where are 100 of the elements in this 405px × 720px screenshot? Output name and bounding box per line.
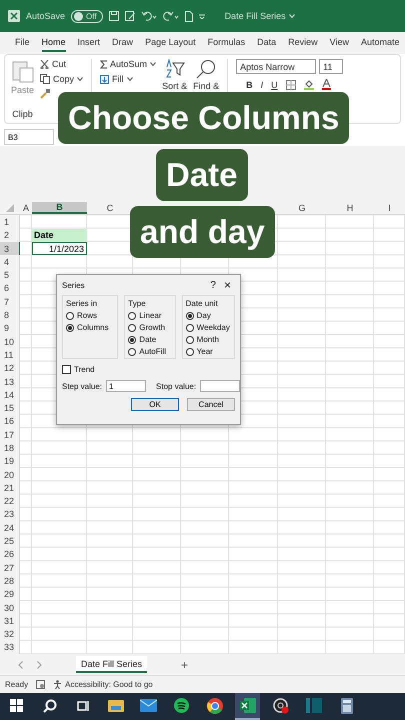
cancel-button[interactable]: Cancel (187, 398, 235, 411)
ribbon-tab[interactable]: Data (257, 34, 276, 52)
row-header[interactable]: 1 (0, 215, 20, 229)
row-header[interactable]: 22 (0, 494, 20, 508)
document-title[interactable]: Date Fill Series (224, 11, 295, 21)
new-file-icon[interactable] (184, 10, 193, 22)
row-header[interactable]: 20 (0, 468, 20, 482)
next-sheet-icon[interactable] (37, 660, 42, 668)
radio-option[interactable]: Columns (66, 323, 114, 332)
row-header[interactable]: 21 (0, 481, 20, 495)
row-header[interactable]: 2 (0, 228, 20, 242)
undo-icon[interactable] (140, 11, 157, 21)
accessibility-status[interactable]: Accessibility: Good to go (53, 680, 153, 689)
task-view-icon[interactable] (76, 700, 88, 712)
radio-option[interactable]: AutoFill (128, 347, 172, 356)
panel-app-icon[interactable] (306, 698, 322, 713)
radio-option[interactable]: Rows (66, 311, 114, 320)
ribbon-tab[interactable]: Page Layout (145, 34, 196, 52)
row-header[interactable]: 11 (0, 348, 20, 362)
autosave-toggle[interactable]: Off (71, 10, 103, 22)
row-header[interactable]: 23 (0, 508, 20, 522)
row-header[interactable]: 25 (0, 534, 20, 548)
row-header[interactable]: 8 (0, 308, 20, 322)
ribbon-tab[interactable]: Automate (361, 34, 400, 52)
customize-icon[interactable] (198, 14, 205, 18)
row-header[interactable]: 24 (0, 521, 20, 534)
sort-label[interactable]: Sort & (162, 81, 188, 91)
row-header[interactable]: 9 (0, 322, 20, 335)
font-size-field[interactable]: 11 (319, 59, 344, 74)
edit-icon[interactable] (124, 11, 135, 21)
row-header[interactable]: 32 (0, 628, 20, 641)
row-header[interactable]: 26 (0, 548, 20, 562)
row-header[interactable]: 27 (0, 561, 20, 574)
previous-sheet-icon[interactable] (18, 660, 23, 668)
row-header[interactable]: 4 (0, 255, 20, 268)
ribbon-tab[interactable]: Insert (78, 34, 100, 52)
spreadsheet-app-icon[interactable] (240, 698, 256, 713)
column-header[interactable]: B (32, 202, 87, 214)
cut-button[interactable]: Cut (40, 59, 84, 69)
row-header[interactable]: 15 (0, 401, 20, 415)
add-sheet-button[interactable]: + (181, 658, 188, 672)
search-icon[interactable] (42, 698, 56, 712)
font-name-field[interactable]: Aptos Narrow (236, 59, 316, 74)
row-header[interactable]: 33 (0, 640, 20, 654)
fill-color-icon[interactable] (304, 79, 314, 90)
row-header[interactable]: 7 (0, 295, 20, 308)
help-button[interactable]: ? (210, 280, 216, 290)
autosum-button[interactable]: AutoSum (100, 59, 156, 69)
underline-button[interactable]: U (271, 80, 278, 90)
radio-option[interactable]: Day (186, 311, 231, 320)
music-app-icon[interactable] (174, 698, 189, 713)
sheet-tab[interactable]: Date Fill Series (76, 656, 148, 673)
ok-button[interactable]: OK (131, 398, 179, 411)
browser-icon[interactable] (206, 698, 222, 714)
folder-icon[interactable] (108, 699, 124, 712)
row-header[interactable]: 12 (0, 362, 20, 375)
ribbon-tab[interactable]: View (330, 34, 350, 52)
radio-option[interactable]: Weekday (186, 323, 231, 332)
name-box[interactable]: B3 (4, 129, 54, 145)
search-icon[interactable] (196, 59, 216, 79)
ribbon-tab[interactable]: Formulas (208, 34, 246, 52)
windows-icon[interactable] (10, 699, 23, 712)
row-header[interactable]: 31 (0, 614, 20, 628)
trend-checkbox[interactable]: Trend (62, 365, 95, 374)
redo-icon[interactable] (162, 11, 179, 21)
ribbon-tab[interactable]: Draw (112, 34, 134, 52)
sort-filter-icon[interactable] (164, 59, 185, 79)
radio-option[interactable]: Month (186, 335, 231, 344)
ribbon-tab[interactable]: Review (288, 34, 318, 52)
italic-button[interactable]: I (260, 80, 264, 90)
row-header[interactable]: 16 (0, 414, 20, 428)
calculator-icon[interactable] (340, 698, 352, 714)
step-field[interactable]: 1 (106, 380, 146, 392)
radio-option[interactable]: Date (128, 335, 172, 344)
stop-field[interactable] (200, 380, 240, 392)
ribbon-tab[interactable]: Home (42, 34, 66, 52)
bold-button[interactable]: B (246, 80, 253, 90)
radio-option[interactable]: Year (186, 347, 231, 356)
fill-button[interactable]: Fill (100, 74, 156, 84)
row-header[interactable]: 10 (0, 334, 20, 348)
borders-icon[interactable] (286, 80, 296, 90)
close-button[interactable]: × (224, 278, 231, 292)
macro-icon[interactable] (36, 680, 46, 689)
row-header[interactable]: 28 (0, 574, 20, 588)
ribbon-tab[interactable]: File (15, 34, 30, 52)
row-header[interactable]: 30 (0, 600, 20, 614)
row-header[interactable]: 6 (0, 282, 20, 296)
recorder-icon[interactable] (272, 698, 288, 714)
save-icon[interactable] (108, 11, 119, 21)
row-header[interactable]: 17 (0, 428, 20, 442)
find-label[interactable]: Find & (193, 81, 220, 91)
row-header[interactable]: 5 (0, 268, 20, 282)
row-header[interactable]: 29 (0, 588, 20, 601)
row-header[interactable]: 19 (0, 454, 20, 468)
row-header[interactable]: 18 (0, 441, 20, 455)
brush-icon[interactable] (40, 89, 50, 99)
radio-option[interactable]: Linear (128, 311, 172, 320)
row-header[interactable]: 13 (0, 374, 20, 388)
font-color-icon[interactable] (322, 79, 331, 90)
row-header[interactable]: 14 (0, 388, 20, 402)
